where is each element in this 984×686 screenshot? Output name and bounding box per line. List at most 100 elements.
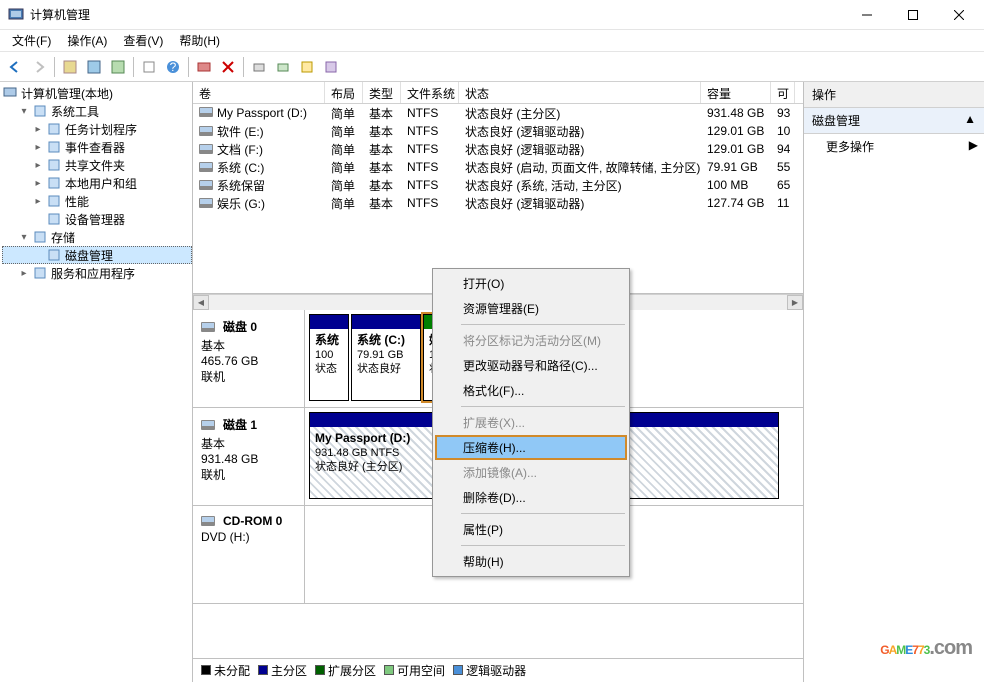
actions-more[interactable]: 更多操作 ▶	[804, 134, 984, 159]
nav-root-label: 计算机管理(本地)	[21, 85, 113, 102]
toolbar-btn-2[interactable]	[83, 56, 105, 78]
volume-list[interactable]: My Passport (D:) 简单 基本 NTFS 状态良好 (主分区) 9…	[193, 104, 803, 294]
disk-icon	[199, 126, 213, 136]
nav-item-label: 本地用户和组	[65, 175, 137, 192]
col-layout[interactable]: 布局	[325, 82, 363, 103]
context-item-1[interactable]: 资源管理器(E)	[435, 296, 627, 321]
expand-icon[interactable]: ▾	[16, 106, 32, 117]
nav-item-label: 任务计划程序	[65, 121, 137, 138]
nav-item-5[interactable]: ▸ 性能	[2, 192, 192, 210]
nav-item-2[interactable]: ▸ 事件查看器	[2, 138, 192, 156]
context-menu[interactable]: 打开(O)资源管理器(E)将分区标记为活动分区(M)更改驱动器号和路径(C)..…	[432, 268, 630, 577]
col-status[interactable]: 状态	[459, 82, 701, 103]
disk-size: 465.76 GB	[201, 354, 296, 368]
services-icon	[32, 265, 48, 281]
toolbar-btn-6[interactable]	[248, 56, 270, 78]
nav-item-3[interactable]: ▸ 共享文件夹	[2, 156, 192, 174]
disk-icon	[46, 247, 62, 263]
share-icon	[46, 157, 62, 173]
toolbar-btn-4[interactable]	[138, 56, 160, 78]
legend-unalloc: 未分配	[214, 664, 250, 678]
volume-list-header: 卷 布局 类型 文件系统 状态 容量 可	[193, 82, 803, 104]
volume-row[interactable]: 娱乐 (G:) 简单 基本 NTFS 状态良好 (逻辑驱动器) 127.74 G…	[193, 194, 803, 212]
volume-row[interactable]: 系统 (C:) 简单 基本 NTFS 状态良好 (启动, 页面文件, 故障转储,…	[193, 158, 803, 176]
maximize-button[interactable]	[890, 0, 936, 30]
context-item-0[interactable]: 打开(O)	[435, 271, 627, 296]
nav-item-label: 磁盘管理	[65, 247, 113, 264]
context-item-4[interactable]: 更改驱动器号和路径(C)...	[435, 353, 627, 378]
toolbar-btn-1[interactable]	[59, 56, 81, 78]
delete-button[interactable]	[217, 56, 239, 78]
minimize-button[interactable]	[844, 0, 890, 30]
partition[interactable]: 系统100状态	[309, 314, 349, 401]
toolbar-btn-7[interactable]	[272, 56, 294, 78]
menu-bar: 文件(F) 操作(A) 查看(V) 帮助(H)	[0, 30, 984, 52]
disk-type: DVD (H:)	[201, 530, 296, 544]
nav-item-8[interactable]: 磁盘管理	[2, 246, 192, 264]
disk-icon	[201, 516, 215, 526]
nav-item-label: 设备管理器	[65, 211, 125, 228]
volume-row[interactable]: 文档 (F:) 简单 基本 NTFS 状态良好 (逻辑驱动器) 129.01 G…	[193, 140, 803, 158]
nav-item-6[interactable]: 设备管理器	[2, 210, 192, 228]
disk-title: 磁盘 1	[223, 416, 257, 433]
perf-icon	[46, 193, 62, 209]
volume-row[interactable]: 系统保留 简单 基本 NTFS 状态良好 (系统, 活动, 主分区) 100 M…	[193, 176, 803, 194]
col-fs[interactable]: 文件系统	[401, 82, 459, 103]
nav-tree[interactable]: 计算机管理(本地) ▾ 系统工具▸ 任务计划程序▸ 事件查看器▸ 共享文件夹▸ …	[0, 82, 193, 682]
toolbar-btn-8[interactable]	[296, 56, 318, 78]
close-button[interactable]	[936, 0, 982, 30]
legend-logical: 逻辑驱动器	[466, 664, 526, 678]
nav-root[interactable]: 计算机管理(本地)	[2, 84, 192, 102]
nav-item-7[interactable]: ▾ 存储	[2, 228, 192, 246]
disk-icon	[199, 180, 213, 190]
col-type[interactable]: 类型	[363, 82, 401, 103]
disk-icon	[201, 420, 215, 430]
context-item-9: 添加镜像(A)...	[435, 460, 627, 485]
nav-item-label: 共享文件夹	[65, 157, 125, 174]
storage-icon	[32, 229, 48, 245]
nav-item-1[interactable]: ▸ 任务计划程序	[2, 120, 192, 138]
expand-icon[interactable]: ▾	[16, 232, 32, 243]
nav-item-4[interactable]: ▸ 本地用户和组	[2, 174, 192, 192]
toolbar-btn-9[interactable]	[320, 56, 342, 78]
context-item-10[interactable]: 删除卷(D)...	[435, 485, 627, 510]
title-bar: 计算机管理	[0, 0, 984, 30]
clock-icon	[46, 121, 62, 137]
legend: 未分配 主分区 扩展分区 可用空间 逻辑驱动器	[193, 658, 803, 682]
toolbar-btn-5[interactable]	[193, 56, 215, 78]
nav-item-label: 性能	[65, 193, 89, 210]
nav-item-9[interactable]: ▸ 服务和应用程序	[2, 264, 192, 282]
scroll-right-button[interactable]: ▶	[787, 295, 803, 310]
context-item-5[interactable]: 格式化(F)...	[435, 378, 627, 403]
disk-icon	[199, 198, 213, 208]
context-item-8[interactable]: 压缩卷(H)...	[435, 435, 627, 460]
volume-row[interactable]: 软件 (E:) 简单 基本 NTFS 状态良好 (逻辑驱动器) 129.01 G…	[193, 122, 803, 140]
scroll-left-button[interactable]: ◀	[193, 295, 209, 310]
app-icon	[8, 7, 24, 23]
disk-size: 931.48 GB	[201, 452, 296, 466]
context-item-14[interactable]: 帮助(H)	[435, 549, 627, 574]
partition[interactable]: 系统 (C:)79.91 GB状态良好	[351, 314, 421, 401]
context-item-12[interactable]: 属性(P)	[435, 517, 627, 542]
back-button[interactable]	[4, 56, 26, 78]
disk-icon	[199, 107, 213, 117]
menu-view[interactable]: 查看(V)	[115, 30, 171, 51]
expand-icon[interactable]: ▸	[30, 196, 46, 207]
menu-action[interactable]: 操作(A)	[59, 30, 115, 51]
nav-item-0[interactable]: ▾ 系统工具	[2, 102, 192, 120]
expand-icon[interactable]: ▸	[30, 178, 46, 189]
volume-row[interactable]: My Passport (D:) 简单 基本 NTFS 状态良好 (主分区) 9…	[193, 104, 803, 122]
expand-icon[interactable]: ▸	[30, 142, 46, 153]
toolbar-btn-3[interactable]	[107, 56, 129, 78]
help-button[interactable]: ?	[162, 56, 184, 78]
menu-file[interactable]: 文件(F)	[4, 30, 59, 51]
forward-button[interactable]	[28, 56, 50, 78]
col-capacity[interactable]: 容量	[701, 82, 771, 103]
col-free[interactable]: 可	[771, 82, 795, 103]
actions-section[interactable]: 磁盘管理 ▲	[804, 108, 984, 134]
menu-help[interactable]: 帮助(H)	[171, 30, 228, 51]
expand-icon[interactable]: ▸	[16, 268, 32, 279]
col-volume[interactable]: 卷	[193, 82, 325, 103]
expand-icon[interactable]: ▸	[30, 160, 46, 171]
expand-icon[interactable]: ▸	[30, 124, 46, 135]
